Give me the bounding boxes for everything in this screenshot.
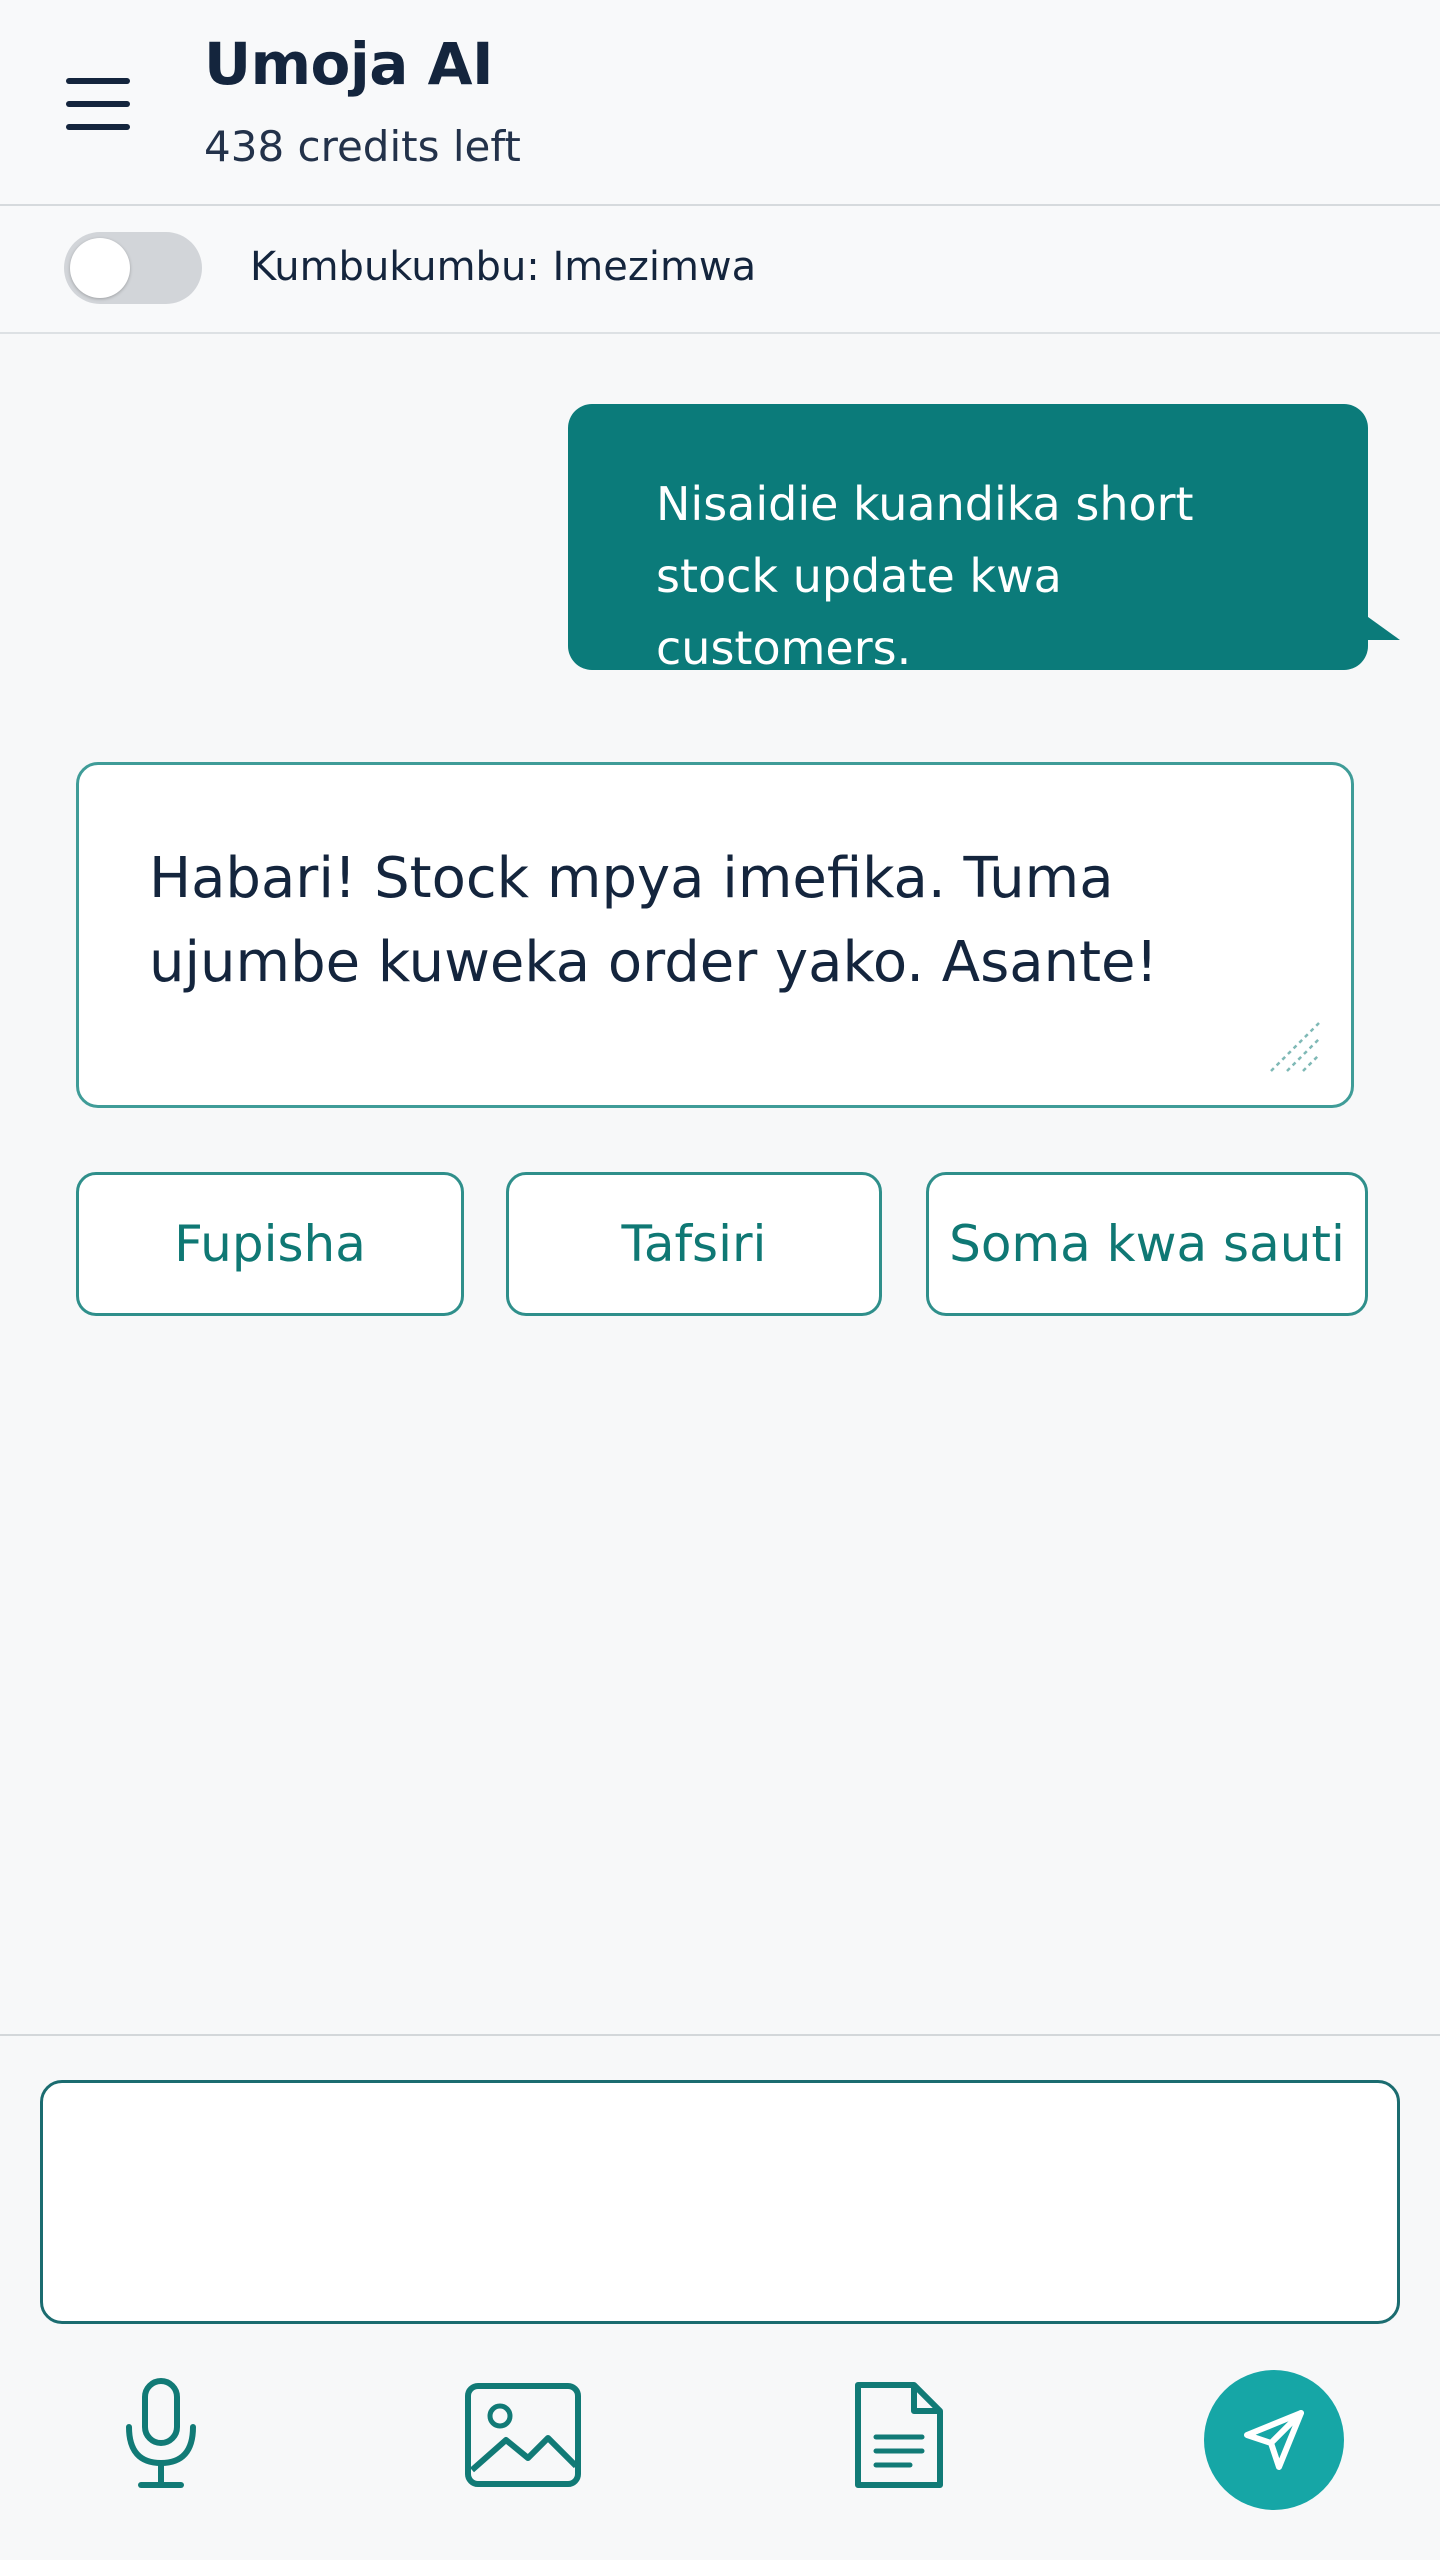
microphone-icon — [126, 2378, 196, 2488]
hamburger-menu-icon — [66, 78, 130, 130]
image-icon — [465, 2383, 581, 2487]
summarize-button[interactable]: Fupisha — [76, 1172, 464, 1316]
resize-handle-icon[interactable] — [1265, 1017, 1325, 1077]
user-message-bubble: Nisaidie kuandika short stock update kwa… — [568, 404, 1368, 675]
user-message-line: Nisaidie kuandika short — [656, 477, 1194, 531]
app-title: Umoja AI — [204, 30, 494, 98]
image-upload-button[interactable] — [458, 2370, 588, 2500]
send-icon — [1244, 2410, 1304, 2470]
read-aloud-button[interactable]: Soma kwa sauti — [926, 1172, 1368, 1316]
memory-toggle-switch[interactable] — [64, 232, 202, 304]
memory-toggle-row: Kumbukumbu: Imezimwa — [0, 206, 1440, 334]
document-upload-button[interactable] — [834, 2370, 964, 2500]
microphone-button[interactable] — [96, 2370, 226, 2500]
app-header: Umoja AI 438 credits left — [0, 0, 1440, 206]
toggle-knob — [70, 238, 130, 298]
message-input[interactable] — [40, 2080, 1400, 2324]
memory-toggle-label: Kumbukumbu: Imezimwa — [250, 244, 757, 290]
assistant-reply-line: ujumbe kuweka order yako. Asante! — [149, 930, 1158, 995]
menu-button[interactable] — [50, 56, 146, 152]
document-icon — [855, 2382, 943, 2488]
user-message-line: stock update kwa customers. — [656, 549, 1062, 675]
translate-button[interactable]: Tafsiri — [506, 1172, 882, 1316]
assistant-reply-line: Habari! Stock mpya imefika. Tuma — [149, 846, 1114, 911]
send-button[interactable] — [1204, 2370, 1344, 2510]
assistant-reply-box[interactable]: Habari! Stock mpya imefika. Tuma ujumbe … — [76, 762, 1354, 1108]
composer-divider — [0, 2034, 1440, 2036]
credits-remaining: 438 credits left — [204, 122, 521, 171]
